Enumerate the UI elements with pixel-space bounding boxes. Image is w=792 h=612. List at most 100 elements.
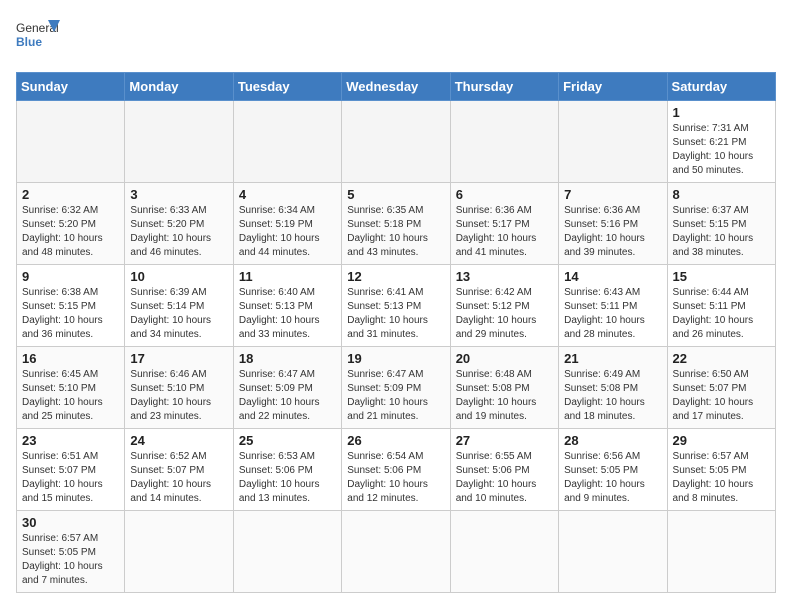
calendar-week-row: 2Sunrise: 6:32 AM Sunset: 5:20 PM Daylig… <box>17 183 776 265</box>
calendar-day-cell <box>233 511 341 593</box>
calendar-week-row: 9 Sunrise: 6:38 AM Sunset: 5:15 PM Daylig… <box>17 265 776 347</box>
day-number: 30 <box>22 515 119 530</box>
day-number: 26 <box>347 433 444 448</box>
day-number: 11 <box>239 269 336 284</box>
day-info: Sunrise: 6:49 AM Sunset: 5:08 PM Dayligh… <box>564 368 661 424</box>
calendar-day-cell <box>125 101 233 183</box>
calendar-day-cell: 5 Sunrise: 6:35 AM Sunset: 5:18 PM Daylig… <box>342 183 450 265</box>
calendar-header-friday: Friday <box>559 73 667 101</box>
calendar-day-cell <box>450 101 558 183</box>
day-info: Sunrise: 6:55 AM Sunset: 5:06 PM Dayligh… <box>456 450 553 506</box>
calendar-day-cell <box>233 101 341 183</box>
calendar-header-sunday: Sunday <box>17 73 125 101</box>
day-info: Sunrise: 6:45 AM Sunset: 5:10 PM Dayligh… <box>22 368 119 424</box>
day-number: 17 <box>130 351 227 366</box>
svg-text:Blue: Blue <box>16 35 42 49</box>
calendar-header-thursday: Thursday <box>450 73 558 101</box>
calendar-header-wednesday: Wednesday <box>342 73 450 101</box>
day-number: 3 <box>130 187 227 202</box>
calendar-day-cell <box>342 101 450 183</box>
calendar-day-cell: 22Sunrise: 6:50 AM Sunset: 5:07 PM Dayli… <box>667 347 775 429</box>
day-info: Sunrise: 6:51 AM Sunset: 5:07 PM Dayligh… <box>22 450 119 506</box>
calendar-week-row: 30 Sunrise: 6:57 AM Sunset: 5:05 PM Dayli… <box>17 511 776 593</box>
day-number: 24 <box>130 433 227 448</box>
day-number: 25 <box>239 433 336 448</box>
day-number: 19 <box>347 351 444 366</box>
day-info: Sunrise: 6:34 AM Sunset: 5:19 PM Dayligh… <box>239 204 336 260</box>
day-number: 8 <box>673 187 770 202</box>
day-number: 27 <box>456 433 553 448</box>
day-number: 10 <box>130 269 227 284</box>
day-number: 23 <box>22 433 119 448</box>
calendar-header-monday: Monday <box>125 73 233 101</box>
calendar-day-cell: 15Sunrise: 6:44 AM Sunset: 5:11 PM Dayli… <box>667 265 775 347</box>
day-number: 2 <box>22 187 119 202</box>
calendar-day-cell: 20Sunrise: 6:48 AM Sunset: 5:08 PM Dayli… <box>450 347 558 429</box>
day-info: Sunrise: 6:57 AM Sunset: 5:05 PM Dayligh… <box>673 450 770 506</box>
day-info: Sunrise: 6:46 AM Sunset: 5:10 PM Dayligh… <box>130 368 227 424</box>
calendar-day-cell: 7Sunrise: 6:36 AM Sunset: 5:16 PM Daylig… <box>559 183 667 265</box>
day-info: Sunrise: 6:38 AM Sunset: 5:15 PM Dayligh… <box>22 286 119 342</box>
calendar-day-cell: 30 Sunrise: 6:57 AM Sunset: 5:05 PM Dayli… <box>17 511 125 593</box>
day-number: 20 <box>456 351 553 366</box>
calendar-header-row: SundayMondayTuesdayWednesdayThursdayFrid… <box>17 73 776 101</box>
day-info: Sunrise: 6:44 AM Sunset: 5:11 PM Dayligh… <box>673 286 770 342</box>
day-number: 12 <box>347 269 444 284</box>
calendar-week-row: 1 Sunrise: 7:31 AM Sunset: 6:21 PM Daylig… <box>17 101 776 183</box>
day-info: Sunrise: 6:47 AM Sunset: 5:09 PM Dayligh… <box>347 368 444 424</box>
calendar-day-cell <box>125 511 233 593</box>
calendar-day-cell: 16Sunrise: 6:45 AM Sunset: 5:10 PM Dayli… <box>17 347 125 429</box>
calendar-day-cell <box>559 511 667 593</box>
calendar-week-row: 16Sunrise: 6:45 AM Sunset: 5:10 PM Dayli… <box>17 347 776 429</box>
day-info: Sunrise: 6:36 AM Sunset: 5:17 PM Dayligh… <box>456 204 553 260</box>
day-info: Sunrise: 6:41 AM Sunset: 5:13 PM Dayligh… <box>347 286 444 342</box>
logo: GeneralBlue <box>16 16 66 60</box>
day-number: 5 <box>347 187 444 202</box>
calendar-day-cell: 18 Sunrise: 6:47 AM Sunset: 5:09 PM Dayli… <box>233 347 341 429</box>
calendar-day-cell: 26Sunrise: 6:54 AM Sunset: 5:06 PM Dayli… <box>342 429 450 511</box>
calendar-day-cell: 28 Sunrise: 6:56 AM Sunset: 5:05 PM Dayli… <box>559 429 667 511</box>
calendar-day-cell: 9 Sunrise: 6:38 AM Sunset: 5:15 PM Daylig… <box>17 265 125 347</box>
day-number: 13 <box>456 269 553 284</box>
calendar-day-cell <box>667 511 775 593</box>
day-info: Sunrise: 7:31 AM Sunset: 6:21 PM Dayligh… <box>673 122 770 178</box>
calendar-day-cell: 1 Sunrise: 7:31 AM Sunset: 6:21 PM Daylig… <box>667 101 775 183</box>
day-number: 14 <box>564 269 661 284</box>
calendar-day-cell: 13 Sunrise: 6:42 AM Sunset: 5:12 PM Dayli… <box>450 265 558 347</box>
calendar-day-cell: 23 Sunrise: 6:51 AM Sunset: 5:07 PM Dayli… <box>17 429 125 511</box>
calendar-day-cell: 27 Sunrise: 6:55 AM Sunset: 5:06 PM Dayli… <box>450 429 558 511</box>
day-number: 18 <box>239 351 336 366</box>
day-info: Sunrise: 6:37 AM Sunset: 5:15 PM Dayligh… <box>673 204 770 260</box>
day-info: Sunrise: 6:57 AM Sunset: 5:05 PM Dayligh… <box>22 532 119 588</box>
calendar-day-cell: 25Sunrise: 6:53 AM Sunset: 5:06 PM Dayli… <box>233 429 341 511</box>
calendar-header-tuesday: Tuesday <box>233 73 341 101</box>
calendar-day-cell: 17 Sunrise: 6:46 AM Sunset: 5:10 PM Dayli… <box>125 347 233 429</box>
calendar-day-cell: 6 Sunrise: 6:36 AM Sunset: 5:17 PM Daylig… <box>450 183 558 265</box>
day-number: 6 <box>456 187 553 202</box>
day-info: Sunrise: 6:56 AM Sunset: 5:05 PM Dayligh… <box>564 450 661 506</box>
page-header: GeneralBlue <box>16 16 776 60</box>
day-info: Sunrise: 6:33 AM Sunset: 5:20 PM Dayligh… <box>130 204 227 260</box>
day-info: Sunrise: 6:35 AM Sunset: 5:18 PM Dayligh… <box>347 204 444 260</box>
calendar-day-cell: 14Sunrise: 6:43 AM Sunset: 5:11 PM Dayli… <box>559 265 667 347</box>
calendar-day-cell <box>559 101 667 183</box>
day-number: 1 <box>673 105 770 120</box>
calendar-day-cell: 10Sunrise: 6:39 AM Sunset: 5:14 PM Dayli… <box>125 265 233 347</box>
calendar-day-cell <box>342 511 450 593</box>
day-number: 28 <box>564 433 661 448</box>
day-info: Sunrise: 6:42 AM Sunset: 5:12 PM Dayligh… <box>456 286 553 342</box>
day-number: 22 <box>673 351 770 366</box>
calendar-day-cell: 3 Sunrise: 6:33 AM Sunset: 5:20 PM Daylig… <box>125 183 233 265</box>
calendar-day-cell: 4 Sunrise: 6:34 AM Sunset: 5:19 PM Daylig… <box>233 183 341 265</box>
calendar-day-cell: 8 Sunrise: 6:37 AM Sunset: 5:15 PM Daylig… <box>667 183 775 265</box>
calendar-day-cell: 11 Sunrise: 6:40 AM Sunset: 5:13 PM Dayli… <box>233 265 341 347</box>
calendar-day-cell: 12 Sunrise: 6:41 AM Sunset: 5:13 PM Dayli… <box>342 265 450 347</box>
day-number: 21 <box>564 351 661 366</box>
generalblue-logo-icon: GeneralBlue <box>16 16 66 60</box>
calendar-header-saturday: Saturday <box>667 73 775 101</box>
day-info: Sunrise: 6:47 AM Sunset: 5:09 PM Dayligh… <box>239 368 336 424</box>
day-info: Sunrise: 6:40 AM Sunset: 5:13 PM Dayligh… <box>239 286 336 342</box>
calendar-day-cell <box>450 511 558 593</box>
day-number: 4 <box>239 187 336 202</box>
day-number: 9 <box>22 269 119 284</box>
